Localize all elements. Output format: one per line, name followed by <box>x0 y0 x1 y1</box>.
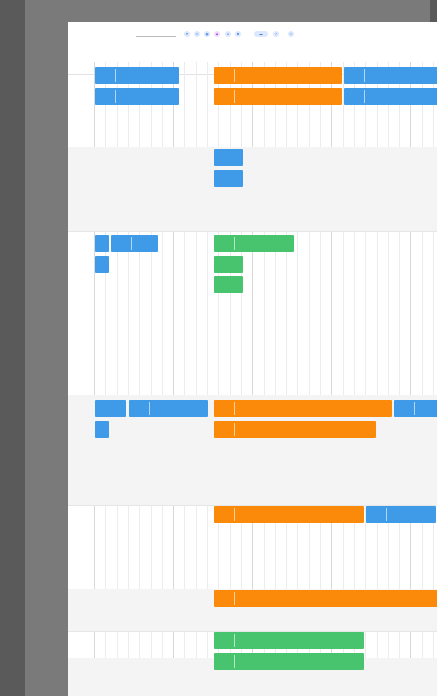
calendar-icon[interactable]: ◆ <box>214 31 220 37</box>
schedule-event[interactable] <box>214 149 243 166</box>
schedule-event[interactable] <box>214 632 364 649</box>
schedule-event[interactable] <box>214 506 364 523</box>
share-icon[interactable]: ⇪ <box>288 31 294 37</box>
schedule-event[interactable] <box>111 235 158 252</box>
schedule-event[interactable] <box>214 235 294 252</box>
schedule-event[interactable] <box>214 400 392 417</box>
schedule-event[interactable] <box>214 590 437 607</box>
event-divider <box>234 237 235 250</box>
schedule-event[interactable] <box>95 421 109 438</box>
settings-icon[interactable]: ✱ <box>235 31 241 37</box>
schedule-event[interactable] <box>95 67 179 84</box>
schedule-event[interactable] <box>214 653 364 670</box>
list-icon[interactable]: ≡ <box>194 31 200 37</box>
schedule-event[interactable] <box>95 400 126 417</box>
event-divider <box>234 402 235 415</box>
schedule-event[interactable] <box>344 88 437 105</box>
export-icon[interactable]: ↗ <box>273 31 279 37</box>
schedule-event[interactable] <box>214 67 342 84</box>
schedule-event[interactable] <box>95 256 109 273</box>
event-divider <box>386 508 387 521</box>
schedule-event[interactable] <box>95 235 109 252</box>
resource-row <box>68 147 437 232</box>
schedule-event[interactable] <box>95 88 179 105</box>
schedule-event[interactable] <box>214 421 376 438</box>
user-icon[interactable]: ● <box>225 31 231 37</box>
schedule-event[interactable] <box>129 400 208 417</box>
schedule-page: ▼ ≡ ▦ ◆ ● ✱ ▬ ↗ ⇪ <box>68 22 437 696</box>
event-divider <box>364 69 365 82</box>
event-divider <box>234 634 235 647</box>
grid-icon[interactable]: ▦ <box>204 31 210 37</box>
schedule-event[interactable] <box>214 88 342 105</box>
event-divider <box>234 592 235 605</box>
event-divider <box>234 90 235 103</box>
schedule-event[interactable] <box>394 400 437 417</box>
event-divider <box>234 69 235 82</box>
schedule-event[interactable] <box>214 276 243 293</box>
schedule-event[interactable] <box>214 256 243 273</box>
event-divider <box>414 402 415 415</box>
event-divider <box>131 237 132 250</box>
day-strip <box>94 55 437 61</box>
filter-icon[interactable]: ▼ <box>184 31 190 37</box>
schedule-event[interactable] <box>344 67 437 84</box>
event-divider <box>115 90 116 103</box>
event-divider <box>115 69 116 82</box>
tag-icon[interactable]: ▬ <box>254 31 268 37</box>
event-divider <box>234 423 235 436</box>
zoom-slider-track[interactable] <box>136 36 176 37</box>
resource-row <box>68 231 437 396</box>
schedule-event[interactable] <box>214 170 243 187</box>
event-divider <box>149 402 150 415</box>
event-divider <box>234 508 235 521</box>
window-frame: ▼ ≡ ▦ ◆ ● ✱ ▬ ↗ ⇪ <box>25 0 437 696</box>
schedule-event[interactable] <box>366 506 436 523</box>
event-divider <box>364 90 365 103</box>
event-divider <box>234 655 235 668</box>
